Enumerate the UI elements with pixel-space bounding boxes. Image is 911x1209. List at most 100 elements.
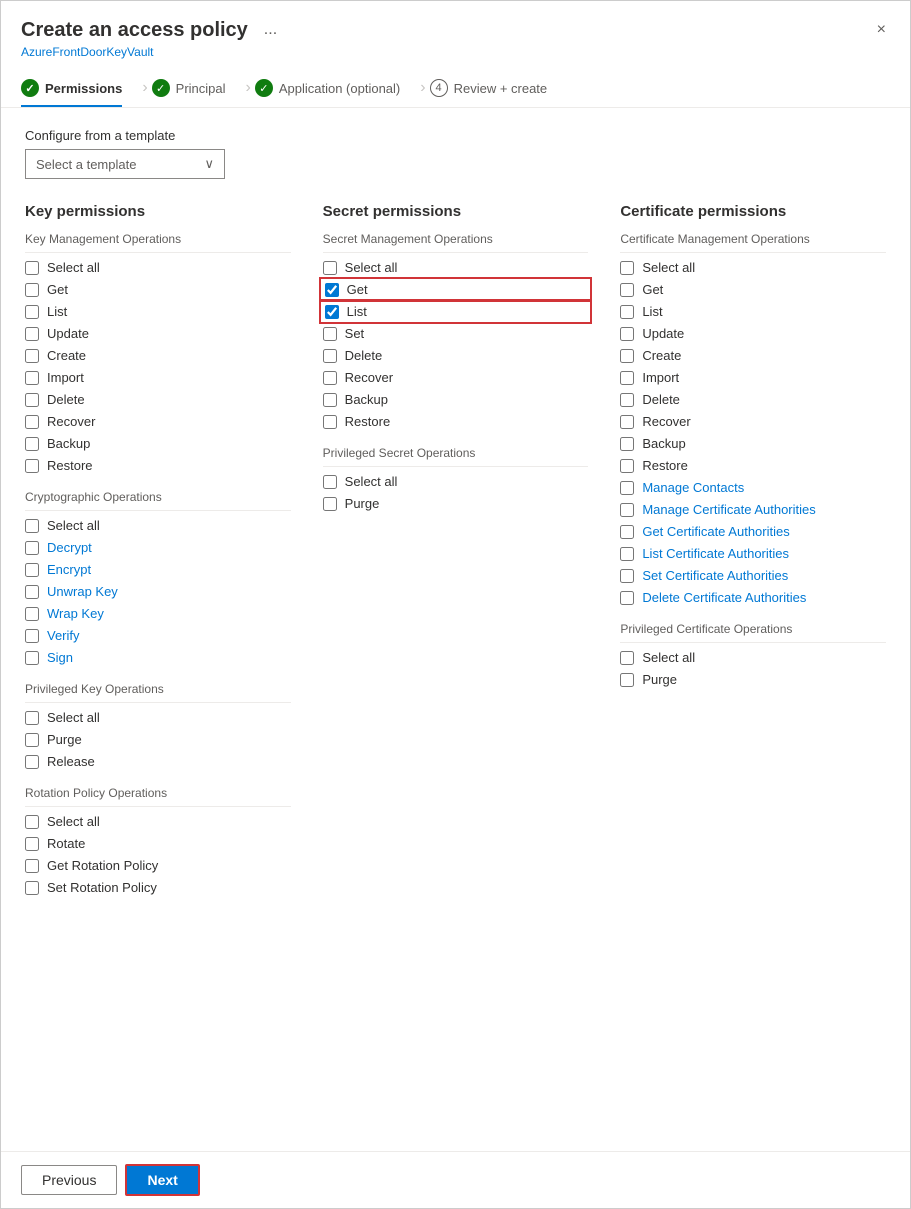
rotation-select-all-checkbox[interactable] (25, 815, 39, 829)
cert-restore-checkbox[interactable] (620, 459, 634, 473)
crypto-select-all-checkbox[interactable] (25, 519, 39, 533)
crypto-wrap-checkbox[interactable] (25, 607, 39, 621)
crypto-verify-checkbox[interactable] (25, 629, 39, 643)
chevron-down-icon: ∨ (204, 156, 214, 172)
crypto-encrypt-checkbox[interactable] (25, 563, 39, 577)
cert-manage-contacts-checkbox[interactable] (620, 481, 634, 495)
key-restore-checkbox[interactable] (25, 459, 39, 473)
list-item: Purge (25, 731, 291, 748)
key-backup-checkbox[interactable] (25, 437, 39, 451)
tab-principal[interactable]: ✓ Principal (152, 69, 242, 107)
cert-recover-checkbox[interactable] (620, 415, 634, 429)
cert-select-all-checkbox[interactable] (620, 261, 634, 275)
key-list-checkbox[interactable] (25, 305, 39, 319)
cert-get-label: Get (642, 282, 663, 297)
cert-import-checkbox[interactable] (620, 371, 634, 385)
cert-delete-ca-checkbox[interactable] (620, 591, 634, 605)
list-item: Get (620, 281, 886, 298)
list-item: Create (25, 347, 291, 364)
privcert-purge-checkbox[interactable] (620, 673, 634, 687)
cert-update-label: Update (642, 326, 684, 341)
secret-backup-checkbox[interactable] (323, 393, 337, 407)
list-item: List (25, 303, 291, 320)
cert-get-checkbox[interactable] (620, 283, 634, 297)
rotation-set-policy-label: Set Rotation Policy (47, 880, 157, 895)
cert-get-ca-checkbox[interactable] (620, 525, 634, 539)
secret-recover-checkbox[interactable] (323, 371, 337, 385)
privcert-purge-label: Purge (642, 672, 677, 687)
cert-manage-ca-checkbox[interactable] (620, 503, 634, 517)
key-update-checkbox[interactable] (25, 327, 39, 341)
cert-create-checkbox[interactable] (620, 349, 634, 363)
template-section: Configure from a template Select a templ… (25, 128, 886, 179)
previous-button[interactable]: Previous (21, 1165, 117, 1195)
list-item: Restore (323, 413, 589, 430)
crypto-sign-checkbox[interactable] (25, 651, 39, 665)
tab-permissions[interactable]: ✓ Permissions (21, 69, 138, 107)
template-dropdown[interactable]: Select a template ∨ (25, 149, 225, 179)
wizard-tabs: ✓ Permissions › ✓ Principal › ✓ Applicat… (21, 69, 890, 107)
cert-backup-checkbox[interactable] (620, 437, 634, 451)
privsecret-select-all-checkbox[interactable] (323, 475, 337, 489)
cert-delete-checkbox[interactable] (620, 393, 634, 407)
privkey-release-label: Release (47, 754, 95, 769)
rotation-set-policy-checkbox[interactable] (25, 881, 39, 895)
tab-application[interactable]: ✓ Application (optional) (255, 69, 416, 107)
key-restore-label: Restore (47, 458, 93, 473)
key-delete-checkbox[interactable] (25, 393, 39, 407)
key-backup-label: Backup (47, 436, 90, 451)
tab-separator-1: › (138, 79, 151, 97)
close-button[interactable]: × (873, 17, 890, 43)
privileged-secret-section: Privileged Secret Operations Select all … (323, 446, 589, 512)
list-item: Import (620, 369, 886, 386)
privcert-select-all-checkbox[interactable] (620, 651, 634, 665)
secret-select-all-checkbox[interactable] (323, 261, 337, 275)
tab-review[interactable]: 4 Review + create (430, 69, 564, 107)
secret-list-checkbox[interactable] (325, 305, 339, 319)
cert-list-checkbox[interactable] (620, 305, 634, 319)
key-get-checkbox[interactable] (25, 283, 39, 297)
secret-select-all-label: Select all (345, 260, 398, 275)
privkey-release-checkbox[interactable] (25, 755, 39, 769)
cert-manage-contacts-label: Manage Contacts (642, 480, 744, 495)
privkey-purge-checkbox[interactable] (25, 733, 39, 747)
tab-review-icon: 4 (430, 79, 448, 97)
crypto-decrypt-checkbox[interactable] (25, 541, 39, 555)
privkey-select-all-label: Select all (47, 710, 100, 725)
list-item: Restore (620, 457, 886, 474)
privkey-select-all-checkbox[interactable] (25, 711, 39, 725)
dialog-title: Create an access policy (21, 19, 248, 42)
key-permissions-title: Key permissions (25, 203, 291, 220)
list-item: Backup (25, 435, 291, 452)
list-item: Recover (25, 413, 291, 430)
more-options-button[interactable]: ... (264, 21, 277, 39)
list-item: Select all (323, 259, 589, 276)
key-recover-checkbox[interactable] (25, 415, 39, 429)
secret-get-checkbox[interactable] (325, 283, 339, 297)
cert-update-checkbox[interactable] (620, 327, 634, 341)
rotation-get-policy-checkbox[interactable] (25, 859, 39, 873)
crypto-unwrap-label: Unwrap Key (47, 584, 118, 599)
list-item: Select all (25, 813, 291, 830)
list-item: Select all (620, 649, 886, 666)
next-button[interactable]: Next (125, 1164, 199, 1196)
privsecret-purge-checkbox[interactable] (323, 497, 337, 511)
list-item: Delete Certificate Authorities (620, 589, 886, 606)
key-select-all-checkbox[interactable] (25, 261, 39, 275)
key-import-checkbox[interactable] (25, 371, 39, 385)
cert-list-ca-checkbox[interactable] (620, 547, 634, 561)
list-item: Purge (323, 495, 589, 512)
list-item: Select all (323, 473, 589, 490)
list-item: Recover (323, 369, 589, 386)
rotation-rotate-checkbox[interactable] (25, 837, 39, 851)
crypto-unwrap-checkbox[interactable] (25, 585, 39, 599)
secret-backup-label: Backup (345, 392, 388, 407)
key-management-section: Key Management Operations Select all Get… (25, 232, 291, 474)
secret-restore-checkbox[interactable] (323, 415, 337, 429)
key-create-checkbox[interactable] (25, 349, 39, 363)
cert-set-ca-checkbox[interactable] (620, 569, 634, 583)
secret-delete-label: Delete (345, 348, 383, 363)
secret-delete-checkbox[interactable] (323, 349, 337, 363)
cert-management-title: Certificate Management Operations (620, 232, 886, 246)
secret-set-checkbox[interactable] (323, 327, 337, 341)
